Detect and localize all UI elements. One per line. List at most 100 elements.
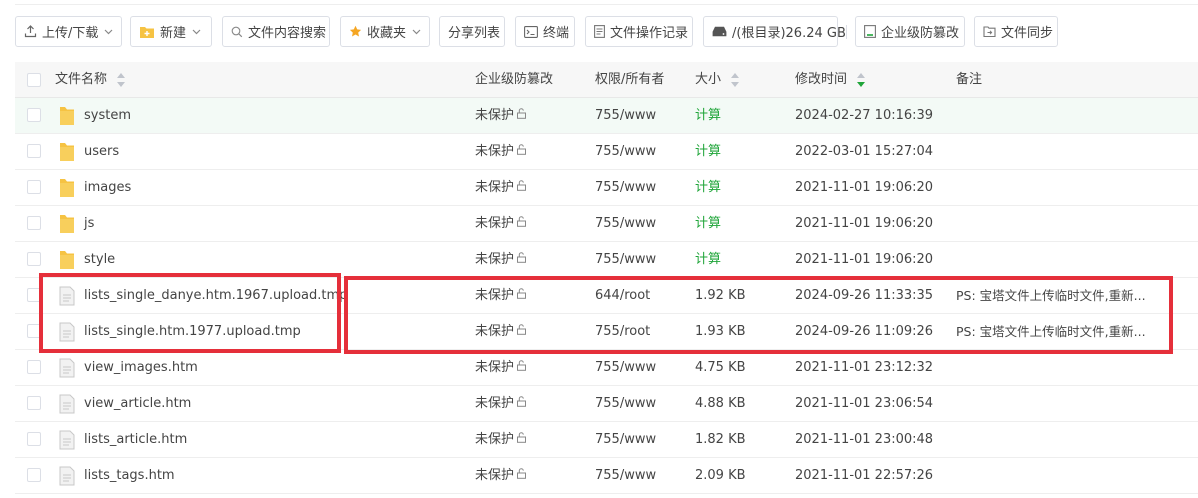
share-list-button[interactable]: 分享列表 — [439, 16, 505, 47]
file-name[interactable]: lists_single.htm.1977.upload.tmp — [84, 314, 301, 349]
file-name[interactable]: style — [84, 242, 115, 277]
protection-status[interactable]: 未保护 — [475, 98, 527, 133]
table-row[interactable]: view_article.htm 未保护 755/www 4.88 KB 202… — [15, 386, 1198, 422]
unlock-icon — [516, 386, 527, 421]
table-row[interactable]: lists_single.htm.1977.upload.tmp 未保护 755… — [15, 314, 1198, 350]
file-size: 4.75 KB — [695, 360, 746, 375]
file-name[interactable]: js — [84, 206, 94, 241]
permission-owner[interactable]: 755/www — [595, 422, 656, 457]
permission-owner[interactable]: 755/www — [595, 206, 656, 241]
permission-owner[interactable]: 755/www — [595, 350, 656, 385]
protection-status[interactable]: 未保护 — [475, 278, 527, 313]
row-checkbox[interactable] — [27, 108, 41, 122]
column-size-header[interactable]: 大小 — [695, 62, 740, 98]
unlock-icon — [516, 242, 527, 277]
row-checkbox[interactable] — [27, 144, 41, 158]
modified-time: 2021-11-01 23:12:32 — [795, 360, 934, 375]
disk-usage-button[interactable]: /(根目录)26.24 GB — [703, 16, 846, 47]
table-row[interactable]: js 未保护 755/www 计算 2021-11-01 19:06:20 — [15, 206, 1198, 242]
folder-icon — [59, 250, 75, 274]
permission-owner[interactable]: 644/root — [595, 278, 650, 313]
sync-icon — [983, 25, 996, 38]
protection-status[interactable]: 未保护 — [475, 242, 527, 277]
row-checkbox[interactable] — [27, 288, 41, 302]
unlock-icon — [516, 134, 527, 169]
row-checkbox[interactable] — [27, 216, 41, 230]
file-name[interactable]: users — [84, 134, 119, 169]
file-name[interactable]: lists_article.htm — [84, 422, 187, 457]
protection-status[interactable]: 未保护 — [475, 206, 527, 241]
permission-owner[interactable]: 755/www — [595, 98, 656, 133]
file-ops-log-button[interactable]: 文件操作记录 — [585, 16, 693, 47]
select-all-checkbox[interactable] — [27, 73, 41, 87]
file-name[interactable]: lists_single_danye.htm.1967.upload.tmp — [84, 278, 347, 313]
row-checkbox[interactable] — [27, 360, 41, 374]
table-row[interactable]: images 未保护 755/www 计算 2021-11-01 19:06:2… — [15, 170, 1198, 206]
file-name[interactable]: view_images.htm — [84, 350, 198, 385]
permission-owner[interactable]: 755/www — [595, 170, 656, 205]
modified-time: 2024-09-26 11:33:35 — [795, 288, 934, 303]
protection-status[interactable]: 未保护 — [475, 386, 527, 421]
calc-size-link[interactable]: 计算 — [695, 206, 721, 241]
table-row[interactable]: lists_single_danye.htm.1967.upload.tmp 未… — [15, 278, 1198, 314]
permission-owner[interactable]: 755/www — [595, 458, 656, 493]
new-button[interactable]: 新建 — [130, 16, 212, 47]
permission-owner[interactable]: 755/www — [595, 134, 656, 169]
row-checkbox[interactable] — [27, 468, 41, 482]
chevron-down-icon — [192, 29, 201, 35]
unlock-icon — [516, 170, 527, 205]
row-checkbox[interactable] — [27, 432, 41, 446]
upload-download-button[interactable]: 上传/下载 — [15, 16, 122, 47]
table-row[interactable]: lists_tags.htm 未保护 755/www 2.09 KB 2021-… — [15, 458, 1198, 494]
calc-size-link[interactable]: 计算 — [695, 170, 721, 205]
row-checkbox[interactable] — [27, 396, 41, 410]
favorites-button[interactable]: 收藏夹 — [340, 16, 430, 47]
tamper-proof-button[interactable]: 企业级防篡改 — [855, 16, 965, 47]
permission-owner[interactable]: 755/www — [595, 242, 656, 277]
file-note[interactable]: PS: 宝塔文件上传临时文件,重新... — [956, 278, 1146, 313]
table-row[interactable]: users 未保护 755/www 计算 2022-03-01 15:27:04 — [15, 134, 1198, 170]
column-mtime-header[interactable]: 修改时间 — [795, 62, 866, 98]
sort-desc-icon — [857, 72, 866, 87]
calc-size-link[interactable]: 计算 — [695, 134, 721, 169]
file-name[interactable]: images — [84, 170, 131, 205]
disk-icon — [712, 26, 727, 37]
protection-status[interactable]: 未保护 — [475, 458, 527, 493]
file-sync-button[interactable]: 文件同步 — [974, 16, 1058, 47]
sort-icon — [731, 72, 740, 87]
file-note[interactable]: PS: 宝塔文件上传临时文件,重新... — [956, 314, 1146, 349]
unlock-icon — [516, 458, 527, 493]
protection-status[interactable]: 未保护 — [475, 170, 527, 205]
content-search-button[interactable]: 文件内容搜索 — [222, 16, 330, 47]
modified-time: 2024-02-27 10:16:39 — [795, 108, 934, 123]
unlock-icon — [516, 278, 527, 313]
row-checkbox[interactable] — [27, 324, 41, 338]
row-checkbox[interactable] — [27, 180, 41, 194]
file-name[interactable]: view_article.htm — [84, 386, 191, 421]
permission-owner[interactable]: 755/root — [595, 314, 650, 349]
file-name[interactable]: lists_tags.htm — [84, 458, 175, 493]
file-size: 1.93 KB — [695, 324, 746, 339]
file-size: 1.92 KB — [695, 288, 746, 303]
row-checkbox[interactable] — [27, 252, 41, 266]
permission-owner[interactable]: 755/www — [595, 386, 656, 421]
calc-size-link[interactable]: 计算 — [695, 242, 721, 277]
upload-download-label: 上传/下载 — [42, 26, 99, 41]
file-name[interactable]: system — [84, 98, 131, 133]
modified-time: 2021-11-01 19:06:20 — [795, 252, 934, 267]
table-row[interactable]: system 未保护 755/www 计算 2024-02-27 10:16:3… — [15, 98, 1198, 134]
protection-status[interactable]: 未保护 — [475, 422, 527, 457]
protection-status[interactable]: 未保护 — [475, 134, 527, 169]
table-row[interactable]: style 未保护 755/www 计算 2021-11-01 19:06:20 — [15, 242, 1198, 278]
terminal-button[interactable]: 终端 — [515, 16, 575, 47]
table-row[interactable]: view_images.htm 未保护 755/www 4.75 KB 2021… — [15, 350, 1198, 386]
document-icon — [594, 25, 605, 38]
modified-time: 2021-11-01 19:06:20 — [795, 216, 934, 231]
modified-time: 2021-11-01 22:57:26 — [795, 468, 934, 483]
column-name-header[interactable]: 文件名称 — [55, 62, 126, 98]
calc-size-link[interactable]: 计算 — [695, 98, 721, 133]
table-row[interactable]: lists_article.htm 未保护 755/www 1.82 KB 20… — [15, 422, 1198, 458]
protection-status[interactable]: 未保护 — [475, 314, 527, 349]
protection-status[interactable]: 未保护 — [475, 350, 527, 385]
folder-icon — [59, 214, 75, 238]
